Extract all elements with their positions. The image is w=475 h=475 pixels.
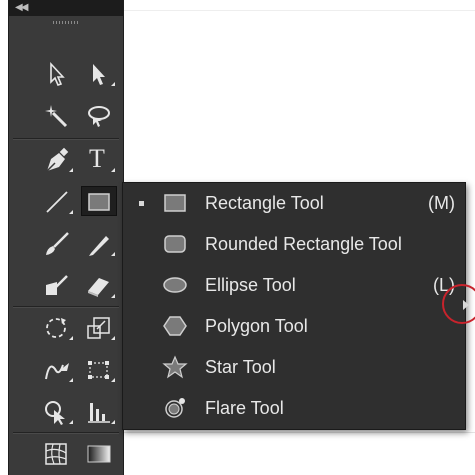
pencil-icon xyxy=(89,236,109,256)
flyout-item-shortcut: (M) xyxy=(428,193,455,213)
white-arrow-icon xyxy=(93,64,105,85)
brush-icon xyxy=(46,232,69,255)
selection-tool-button[interactable] xyxy=(39,58,75,88)
pen-nib-icon xyxy=(46,147,69,172)
magic-wand-tool-button[interactable] xyxy=(39,100,75,130)
blob-brush-tool-button[interactable] xyxy=(39,270,75,300)
lasso-icon xyxy=(88,106,110,127)
gradient-tool-button[interactable] xyxy=(81,438,117,468)
scale-icon xyxy=(87,317,110,339)
lasso-tool-button[interactable] xyxy=(81,100,117,130)
shape-builder-tool-button[interactable] xyxy=(39,396,75,426)
warp-tool-button[interactable] xyxy=(39,354,75,384)
direct-selection-tool-button[interactable] xyxy=(81,58,117,88)
gradient-icon xyxy=(87,445,111,463)
flyout-item-star-tool[interactable]: Star Tool xyxy=(123,347,465,388)
type-tool-button[interactable]: T xyxy=(81,144,117,174)
flyout-item-label: Flare Tool xyxy=(205,398,284,418)
flyout-item-ellipse-tool[interactable]: Ellipse Tool (L) xyxy=(123,265,465,306)
flyout-item-rectangle-tool[interactable]: Rectangle Tool (M) xyxy=(123,183,465,224)
canvas-edge-top xyxy=(122,10,475,11)
graph-tool-button[interactable] xyxy=(81,396,117,426)
mesh-icon xyxy=(45,443,67,465)
paintbrush-tool-button[interactable] xyxy=(39,228,75,258)
polygon-icon xyxy=(163,316,187,336)
warp-icon xyxy=(45,363,69,380)
free-transform-icon xyxy=(88,361,109,379)
flare-icon xyxy=(165,398,185,418)
shape-builder-icon xyxy=(45,401,65,425)
canvas-edge-bottom xyxy=(122,432,475,433)
star-icon xyxy=(162,355,188,379)
flyout-item-rounded-rectangle-tool[interactable]: Rounded Rectangle Tool xyxy=(123,224,465,265)
flyout-item-flare-tool[interactable]: Flare Tool xyxy=(123,388,465,429)
black-arrow-outline-icon xyxy=(50,61,65,86)
flyout-item-label: Rounded Rectangle Tool xyxy=(205,234,402,254)
type-t-icon: T xyxy=(89,144,105,173)
eraser-icon xyxy=(88,278,109,297)
ellipse-icon xyxy=(163,277,187,293)
pen-tool-button[interactable] xyxy=(39,144,75,174)
flyout-item-label: Polygon Tool xyxy=(205,316,308,336)
tools-panel: ◀◀ T xyxy=(8,0,124,475)
rectangle-icon xyxy=(164,194,186,212)
column-graph-icon xyxy=(88,403,110,423)
pencil-tool-button[interactable] xyxy=(81,228,117,258)
panel-grip[interactable] xyxy=(53,21,79,24)
rounded-rectangle-icon xyxy=(164,235,186,253)
tearoff-highlight-circle xyxy=(442,284,475,324)
magic-wand-icon xyxy=(45,105,68,128)
flyout-item-label: Star Tool xyxy=(205,357,276,377)
flyout-item-label: Ellipse Tool xyxy=(205,275,296,295)
flyout-item-label: Rectangle Tool xyxy=(205,193,324,213)
checkmark-icon xyxy=(139,201,144,206)
flyout-item-polygon-tool[interactable]: Polygon Tool xyxy=(123,306,465,347)
tools-panel-header: ◀◀ xyxy=(9,0,123,16)
mesh-tool-button[interactable] xyxy=(39,438,75,468)
rotate-icon xyxy=(46,318,66,338)
line-icon xyxy=(46,191,68,213)
scale-tool-button[interactable] xyxy=(81,312,117,342)
rectangle-icon xyxy=(88,193,110,211)
eraser-tool-button[interactable] xyxy=(81,270,117,300)
rectangle-tool-button[interactable] xyxy=(81,186,117,216)
blob-brush-icon xyxy=(46,275,68,295)
rotate-tool-button[interactable] xyxy=(39,312,75,342)
free-transform-tool-button[interactable] xyxy=(81,354,117,384)
line-segment-tool-button[interactable] xyxy=(39,186,75,216)
rectangle-tools-flyout: Rectangle Tool (M) Rounded Rectangle Too… xyxy=(122,182,466,430)
collapse-panel-icon[interactable]: ◀◀ xyxy=(15,1,28,15)
